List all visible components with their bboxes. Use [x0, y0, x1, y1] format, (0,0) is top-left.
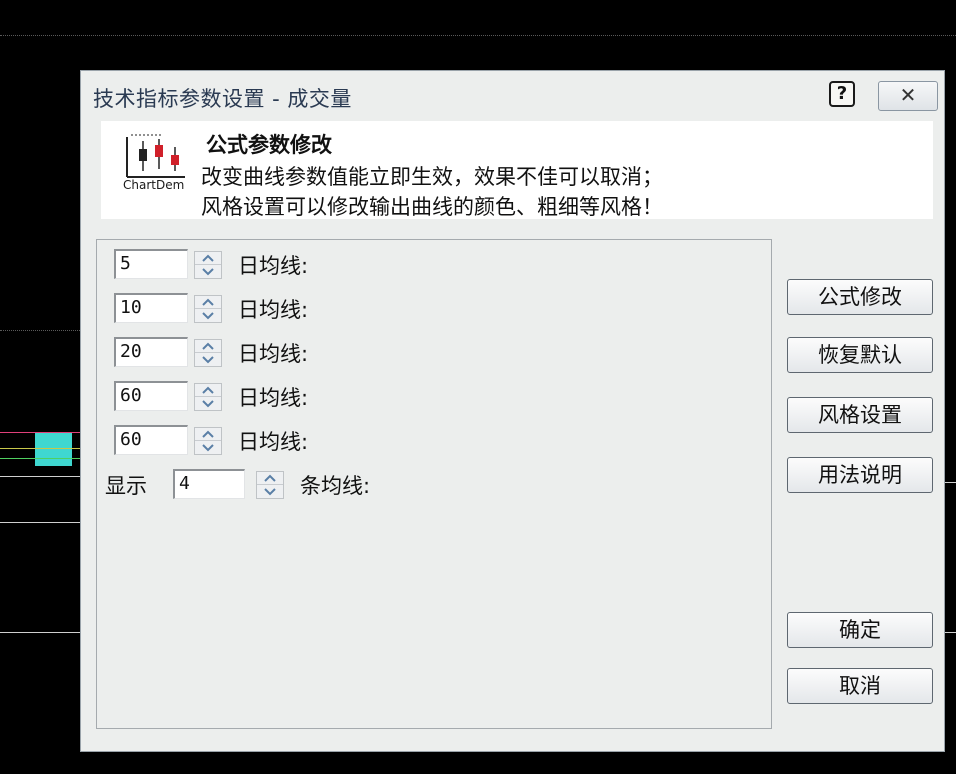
restore-default-button[interactable]: 恢复默认 — [787, 337, 933, 373]
header-title: 公式参数修改 — [206, 133, 332, 157]
param-1-input[interactable]: 5 — [114, 249, 188, 279]
chart-axis-line — [0, 632, 80, 633]
spin-down-icon[interactable] — [195, 397, 221, 410]
param-3-label: 日均线: — [238, 342, 309, 366]
spin-down-icon[interactable] — [195, 441, 221, 454]
show-count-row: 显示 4 条均线: — [105, 469, 425, 499]
show-prefix-label: 显示 — [105, 474, 147, 498]
spin-up-icon[interactable] — [195, 428, 221, 441]
spin-down-icon[interactable] — [195, 309, 221, 322]
param-5-spinner[interactable] — [194, 427, 222, 455]
param-4-label: 日均线: — [238, 386, 309, 410]
chart-axis-line — [0, 522, 80, 523]
cancel-button[interactable]: 取消 — [787, 668, 933, 704]
show-count-input[interactable]: 4 — [173, 469, 245, 499]
style-settings-button[interactable]: 风格设置 — [787, 397, 933, 433]
header-description-line2: 风格设置可以修改输出曲线的颜色、粗细等风格！ — [201, 195, 663, 219]
param-1-spinner[interactable] — [194, 251, 222, 279]
chart-axis-line — [945, 632, 956, 633]
spin-down-icon[interactable] — [195, 353, 221, 366]
header-description-line1: 改变曲线参数值能立即生效，效果不佳可以取消； — [201, 165, 663, 189]
help-icon: ? — [836, 83, 848, 104]
param-5-input[interactable]: 60 — [114, 425, 188, 455]
header-panel: ChartDem 公式参数修改 改变曲线参数值能立即生效，效果不佳可以取消； 风… — [101, 121, 933, 219]
close-button[interactable]: ✕ — [878, 81, 938, 111]
show-suffix-label: 条均线: — [300, 474, 371, 498]
indicator-settings-dialog: 技术指标参数设置 - 成交量 ? ✕ ChartDem 公式参数修改 改变曲线参… — [80, 70, 945, 752]
param-4-input[interactable]: 60 — [114, 381, 188, 411]
chart-axis-line — [945, 482, 956, 483]
param-row-2: 10 日均线: — [114, 293, 414, 323]
spin-down-icon[interactable] — [195, 265, 221, 278]
chart-grid-line — [0, 35, 956, 36]
title-bar[interactable]: 技术指标参数设置 - 成交量 ? ✕ — [81, 71, 944, 121]
chart-ma-line — [0, 448, 80, 449]
param-row-1: 5 日均线: — [114, 249, 414, 279]
spin-up-icon[interactable] — [257, 472, 283, 485]
chart-ma-line — [0, 432, 80, 433]
logo-caption: ChartDem — [123, 178, 185, 192]
param-3-input[interactable]: 20 — [114, 337, 188, 367]
param-3-spinner[interactable] — [194, 339, 222, 367]
param-4-spinner[interactable] — [194, 383, 222, 411]
param-row-5: 60 日均线: — [114, 425, 414, 455]
dialog-title: 技术指标参数设置 - 成交量 — [93, 87, 352, 111]
close-icon: ✕ — [899, 83, 917, 107]
param-row-4: 60 日均线: — [114, 381, 414, 411]
parameters-panel: 5 日均线: 10 日均线: 20 日均线: 60 日均线: 60 日均线: 显… — [96, 239, 772, 729]
formula-edit-button[interactable]: 公式修改 — [787, 279, 933, 315]
param-row-3: 20 日均线: — [114, 337, 414, 367]
chart-volume-bar — [35, 432, 72, 466]
usage-help-button[interactable]: 用法说明 — [787, 457, 933, 493]
chart-grid-line — [0, 330, 80, 331]
spin-up-icon[interactable] — [195, 252, 221, 265]
ok-button[interactable]: 确定 — [787, 612, 933, 648]
param-2-spinner[interactable] — [194, 295, 222, 323]
param-5-label: 日均线: — [238, 430, 309, 454]
spin-up-icon[interactable] — [195, 340, 221, 353]
spin-down-icon[interactable] — [257, 485, 283, 498]
param-2-label: 日均线: — [238, 298, 309, 322]
show-count-spinner[interactable] — [256, 471, 284, 499]
chart-ma-line — [0, 458, 80, 459]
spin-up-icon[interactable] — [195, 296, 221, 309]
help-button[interactable]: ? — [829, 81, 855, 107]
chart-axis-line — [0, 476, 80, 477]
param-2-input[interactable]: 10 — [114, 293, 188, 323]
spin-up-icon[interactable] — [195, 384, 221, 397]
param-1-label: 日均线: — [238, 254, 309, 278]
